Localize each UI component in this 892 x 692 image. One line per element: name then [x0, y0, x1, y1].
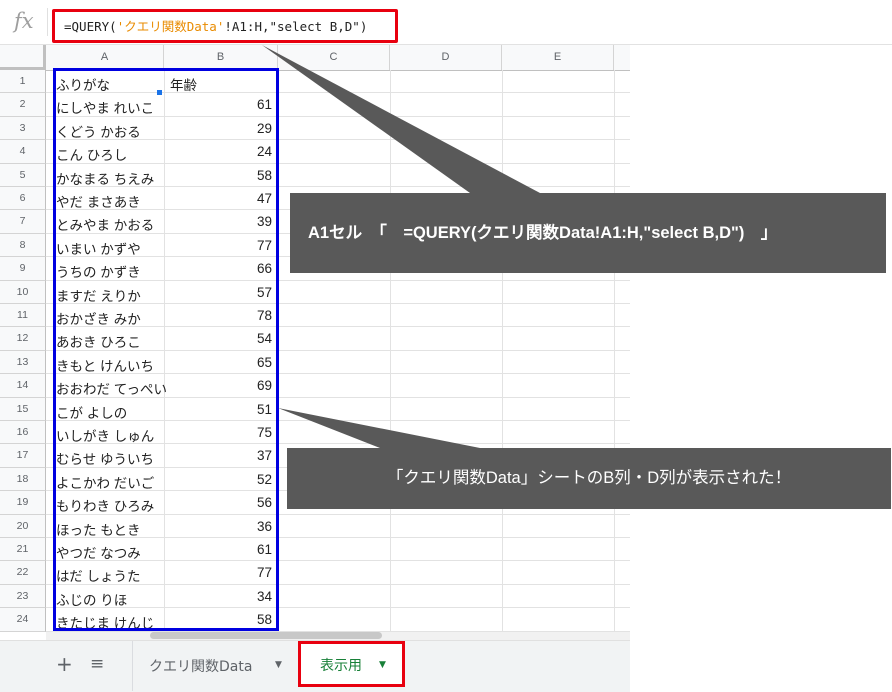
result-callout-pointer: [278, 408, 480, 448]
chevron-down-icon[interactable]: ▼: [275, 660, 282, 670]
all-sheets-menu-icon[interactable]: ≡: [90, 654, 104, 674]
sheet-tab-label: クエリ関数Data: [149, 659, 253, 675]
result-callout: 「クエリ関数Data」シートのB列・D列が表示された！: [287, 448, 891, 509]
formula-callout: A1セル 「 =QUERY(クエリ関数Data!A1:H,"select B,D…: [290, 193, 886, 273]
sheet-tab-label: 表示用: [320, 658, 362, 674]
chevron-down-icon[interactable]: ▼: [379, 660, 386, 670]
formula-callout-pointer: [262, 45, 540, 193]
callout-pointers: [262, 45, 540, 448]
add-sheet-icon[interactable]: +: [56, 652, 73, 676]
